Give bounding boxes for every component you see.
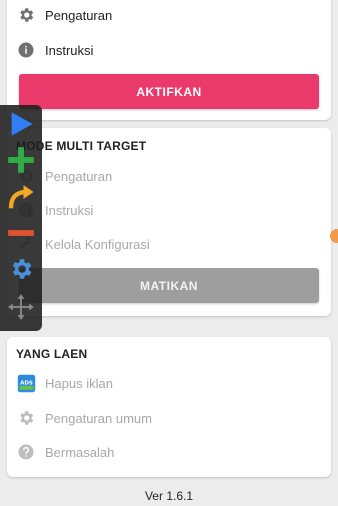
multi-settings-label: Pengaturan — [45, 168, 113, 184]
move-icon — [7, 293, 35, 326]
gear-icon — [16, 5, 36, 25]
remove-target-button[interactable] — [0, 217, 42, 253]
gear-icon — [16, 408, 36, 428]
redo-icon — [6, 182, 36, 217]
svg-text:ADS: ADS — [20, 380, 33, 386]
remove-ads-row[interactable]: ADS Hapus iklan — [7, 366, 331, 400]
section-title: YANG LAEN — [16, 347, 88, 361]
instructions-row[interactable]: Instruksi — [7, 33, 331, 67]
floating-toolbar — [0, 105, 42, 331]
version-text: Ver 1.6.1 — [144, 489, 194, 503]
help-icon — [16, 442, 36, 462]
remove-ads-label: Hapus iklan — [45, 375, 113, 391]
add-target-button[interactable] — [0, 144, 42, 180]
gear-icon — [8, 256, 34, 287]
move-toolbar-handle[interactable] — [0, 291, 42, 327]
trouble-label: Bermasalah — [45, 444, 115, 460]
play-button[interactable] — [0, 108, 42, 144]
play-icon — [7, 110, 35, 143]
autoclick-card: Pengaturan Instruksi AKTIFKAN — [7, 0, 331, 120]
settings-row[interactable]: Pengaturan — [7, 0, 331, 32]
multi-settings-row[interactable]: Pengaturan — [7, 159, 331, 193]
manage-config-label: Kelola Konfigurasi — [45, 236, 150, 252]
instructions-label: Instruksi — [45, 42, 94, 58]
settings-label: Pengaturan — [45, 7, 113, 23]
multi-instructions-label: Instruksi — [45, 202, 94, 218]
info-icon — [16, 40, 36, 60]
general-settings-label: Pengaturan umum — [45, 410, 152, 426]
toolbar-settings-button[interactable] — [0, 253, 42, 289]
trouble-row[interactable]: Bermasalah — [7, 435, 331, 469]
multi-instructions-row[interactable]: Instruksi — [7, 193, 331, 227]
ads-icon: ADS — [16, 373, 36, 393]
manage-config-row[interactable]: Kelola Konfigurasi — [7, 227, 331, 261]
general-settings-row[interactable]: Pengaturan umum — [7, 401, 331, 435]
multi-target-card: MODE MULTI TARGET Pengaturan Instruksi K… — [7, 128, 331, 316]
activate-button[interactable]: AKTIFKAN — [19, 74, 319, 109]
add-icon — [7, 146, 35, 179]
deactivate-button[interactable]: MATIKAN — [19, 268, 319, 303]
edge-handle[interactable] — [330, 229, 338, 243]
remove-icon — [7, 219, 35, 252]
redo-button[interactable] — [0, 181, 42, 217]
others-card: YANG LAEN ADS Hapus iklan Pengaturan umu… — [7, 337, 331, 477]
